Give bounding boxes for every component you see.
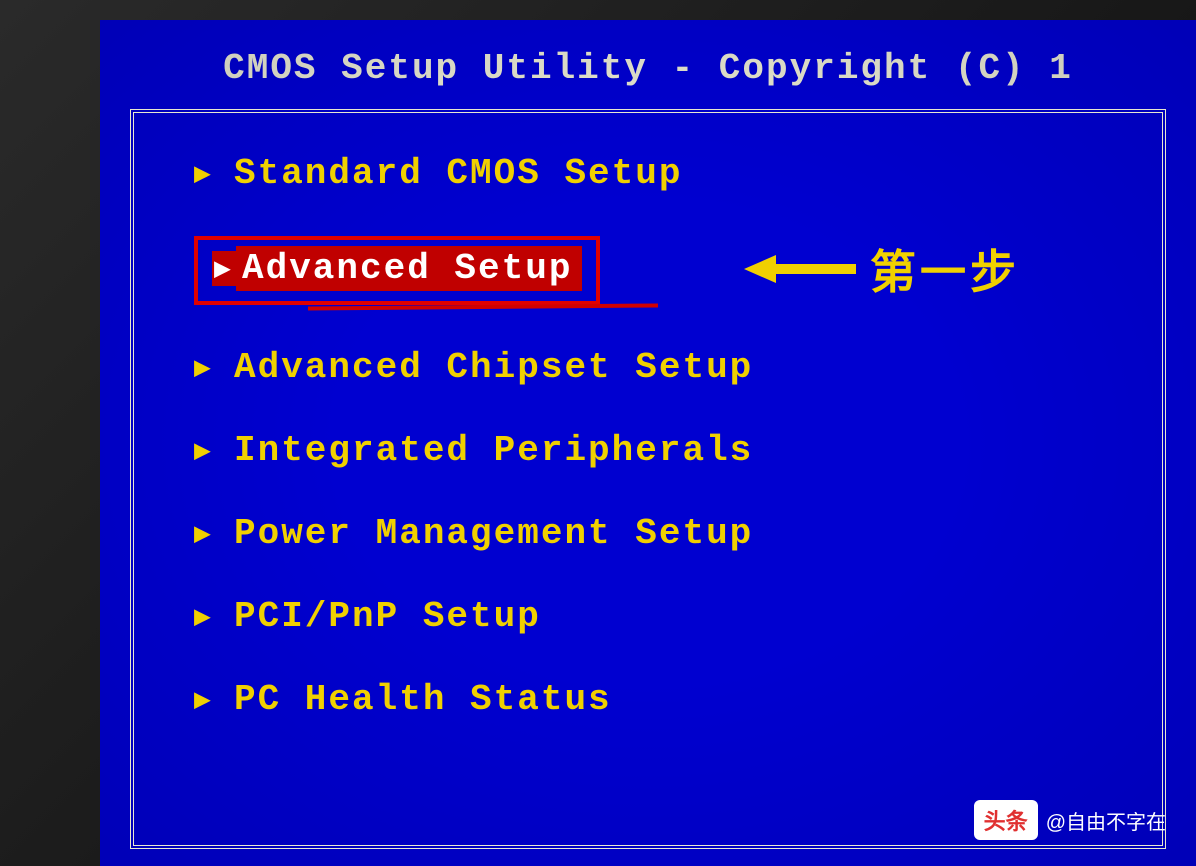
menu-label: Integrated Peripherals: [234, 430, 753, 471]
menu-label: PC Health Status: [234, 679, 612, 720]
menu-frame: ▶ Standard CMOS Setup ▶ Advanced Setup 第…: [130, 109, 1166, 849]
menu-label: Power Management Setup: [234, 513, 753, 554]
triangle-right-icon: ▶: [194, 599, 218, 634]
menu-item-power-management[interactable]: ▶ Power Management Setup: [194, 513, 1142, 554]
menu-item-integrated-peripherals[interactable]: ▶ Integrated Peripherals: [194, 430, 1142, 471]
triangle-right-icon: ▶: [194, 516, 218, 551]
triangle-right-icon: ▶: [194, 682, 218, 717]
menu-label: PCI/PnP Setup: [234, 596, 541, 637]
watermark-logo: 头条: [974, 800, 1038, 840]
annotation-underline: [308, 303, 658, 310]
menu-label: Standard CMOS Setup: [234, 153, 682, 194]
menu-item-pc-health[interactable]: ▶ PC Health Status: [194, 679, 1142, 720]
watermark-author: @自由不字在: [1046, 806, 1166, 835]
step-annotation: 第一步: [744, 236, 1020, 302]
menu-label: Advanced Chipset Setup: [234, 347, 753, 388]
triangle-right-icon: ▶: [194, 350, 218, 385]
annotation-label: 第一步: [870, 236, 1020, 302]
bios-title: CMOS Setup Utility - Copyright (C) 1: [100, 20, 1196, 109]
triangle-right-icon: ▶: [194, 156, 218, 191]
menu-item-advanced-chipset[interactable]: ▶ Advanced Chipset Setup: [194, 347, 1142, 388]
menu-item-pci-pnp[interactable]: ▶ PCI/PnP Setup: [194, 596, 1142, 637]
annotation-highlight-box: ▶ Advanced Setup: [194, 236, 600, 305]
menu-label: Advanced Setup: [236, 246, 582, 291]
arrow-left-icon: [744, 255, 856, 283]
triangle-right-icon: ▶: [212, 251, 236, 286]
menu-item-standard-cmos[interactable]: ▶ Standard CMOS Setup: [194, 153, 1142, 194]
menu-item-advanced-setup[interactable]: ▶ Advanced Setup 第一步: [194, 236, 1142, 305]
triangle-right-icon: ▶: [194, 433, 218, 468]
monitor-bezel: CMOS Setup Utility - Copyright (C) 1 ▶ S…: [0, 0, 1196, 866]
bios-screen: CMOS Setup Utility - Copyright (C) 1 ▶ S…: [100, 20, 1196, 866]
watermark: 头条 @自由不字在: [974, 800, 1166, 840]
